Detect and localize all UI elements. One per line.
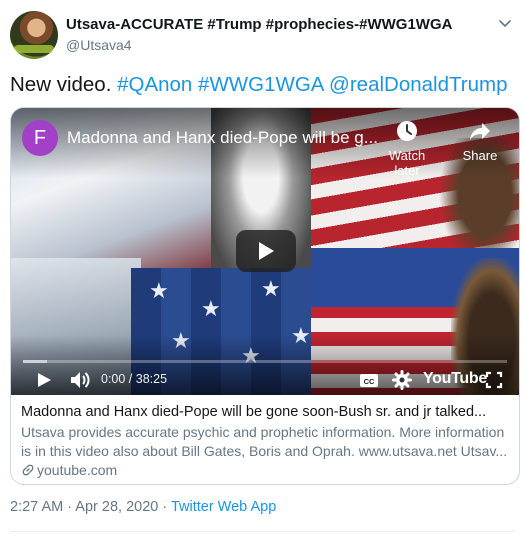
user-avatar[interactable] (10, 11, 58, 59)
video-time: 0:00 / 38:25 (101, 372, 168, 386)
divider (10, 531, 515, 532)
chevron-down-icon[interactable] (497, 15, 513, 31)
play-button[interactable] (236, 230, 296, 272)
user-display-name[interactable]: Utsava-ACCURATE #Trump #prophecies-#WWG1… (66, 16, 452, 33)
buffered-bar (23, 360, 48, 363)
video-player[interactable]: ★★★ ★★★ F Madonna and Hanx died-Pope wil… (11, 108, 519, 395)
volume-icon[interactable] (69, 368, 93, 392)
share-icon (470, 123, 490, 140)
tweet-source-app[interactable]: Twitter Web App (171, 499, 276, 515)
tweet-timestamp[interactable]: 2:27 AM · Apr 28, 2020 (10, 499, 158, 515)
link-icon (22, 464, 34, 476)
svg-text:CC: CC (364, 377, 375, 386)
video-progress-bar[interactable] (23, 360, 507, 363)
share-label: Share (462, 148, 498, 163)
card-domain-text: youtube.com (37, 462, 118, 478)
youtube-card[interactable]: ★★★ ★★★ F Madonna and Hanx died-Pope wil… (10, 107, 520, 485)
watch-later-button[interactable]: Watch later (376, 120, 438, 178)
share-button[interactable]: Share (458, 120, 502, 163)
watch-later-label: Watch later (388, 148, 426, 178)
card-info[interactable]: Madonna and Hanx died-Pope will be gone … (11, 395, 519, 484)
control-play-icon[interactable] (35, 368, 55, 392)
clock-icon (397, 121, 417, 141)
closed-captions-icon[interactable]: CC (358, 368, 380, 392)
fullscreen-icon[interactable] (484, 368, 504, 392)
settings-gear-icon[interactable] (391, 368, 413, 392)
play-icon (259, 242, 274, 260)
channel-avatar[interactable]: F (22, 120, 58, 156)
youtube-logo[interactable]: YouTube (423, 370, 487, 394)
card-domain: youtube.com (21, 461, 509, 479)
tweet-meta: 2:27 AM · Apr 28, 2020 · Twitter Web App (10, 499, 276, 515)
card-description: Utsava provides accurate psychic and pro… (21, 424, 508, 459)
tweet-header: Utsava-ACCURATE #Trump #prophecies-#WWG1… (10, 11, 515, 61)
user-handle[interactable]: @Utsava4 (66, 37, 132, 53)
video-title[interactable]: Madonna and Hanx died-Pope will be g... (67, 128, 378, 148)
hashtag-qanon[interactable]: #QAnon (117, 73, 192, 96)
card-title: Madonna and Hanx died-Pope will be gone … (21, 404, 487, 420)
mention-realdonaldtrump[interactable]: @realDonaldTrump (329, 73, 507, 96)
tweet-text: New video. #QAnon #WWG1WGA @realDonaldTr… (10, 72, 507, 98)
tweet-text-plain: New video. (10, 73, 118, 96)
meta-separator: · (158, 499, 171, 515)
hashtag-wwg1wga[interactable]: #WWG1WGA (198, 73, 323, 96)
